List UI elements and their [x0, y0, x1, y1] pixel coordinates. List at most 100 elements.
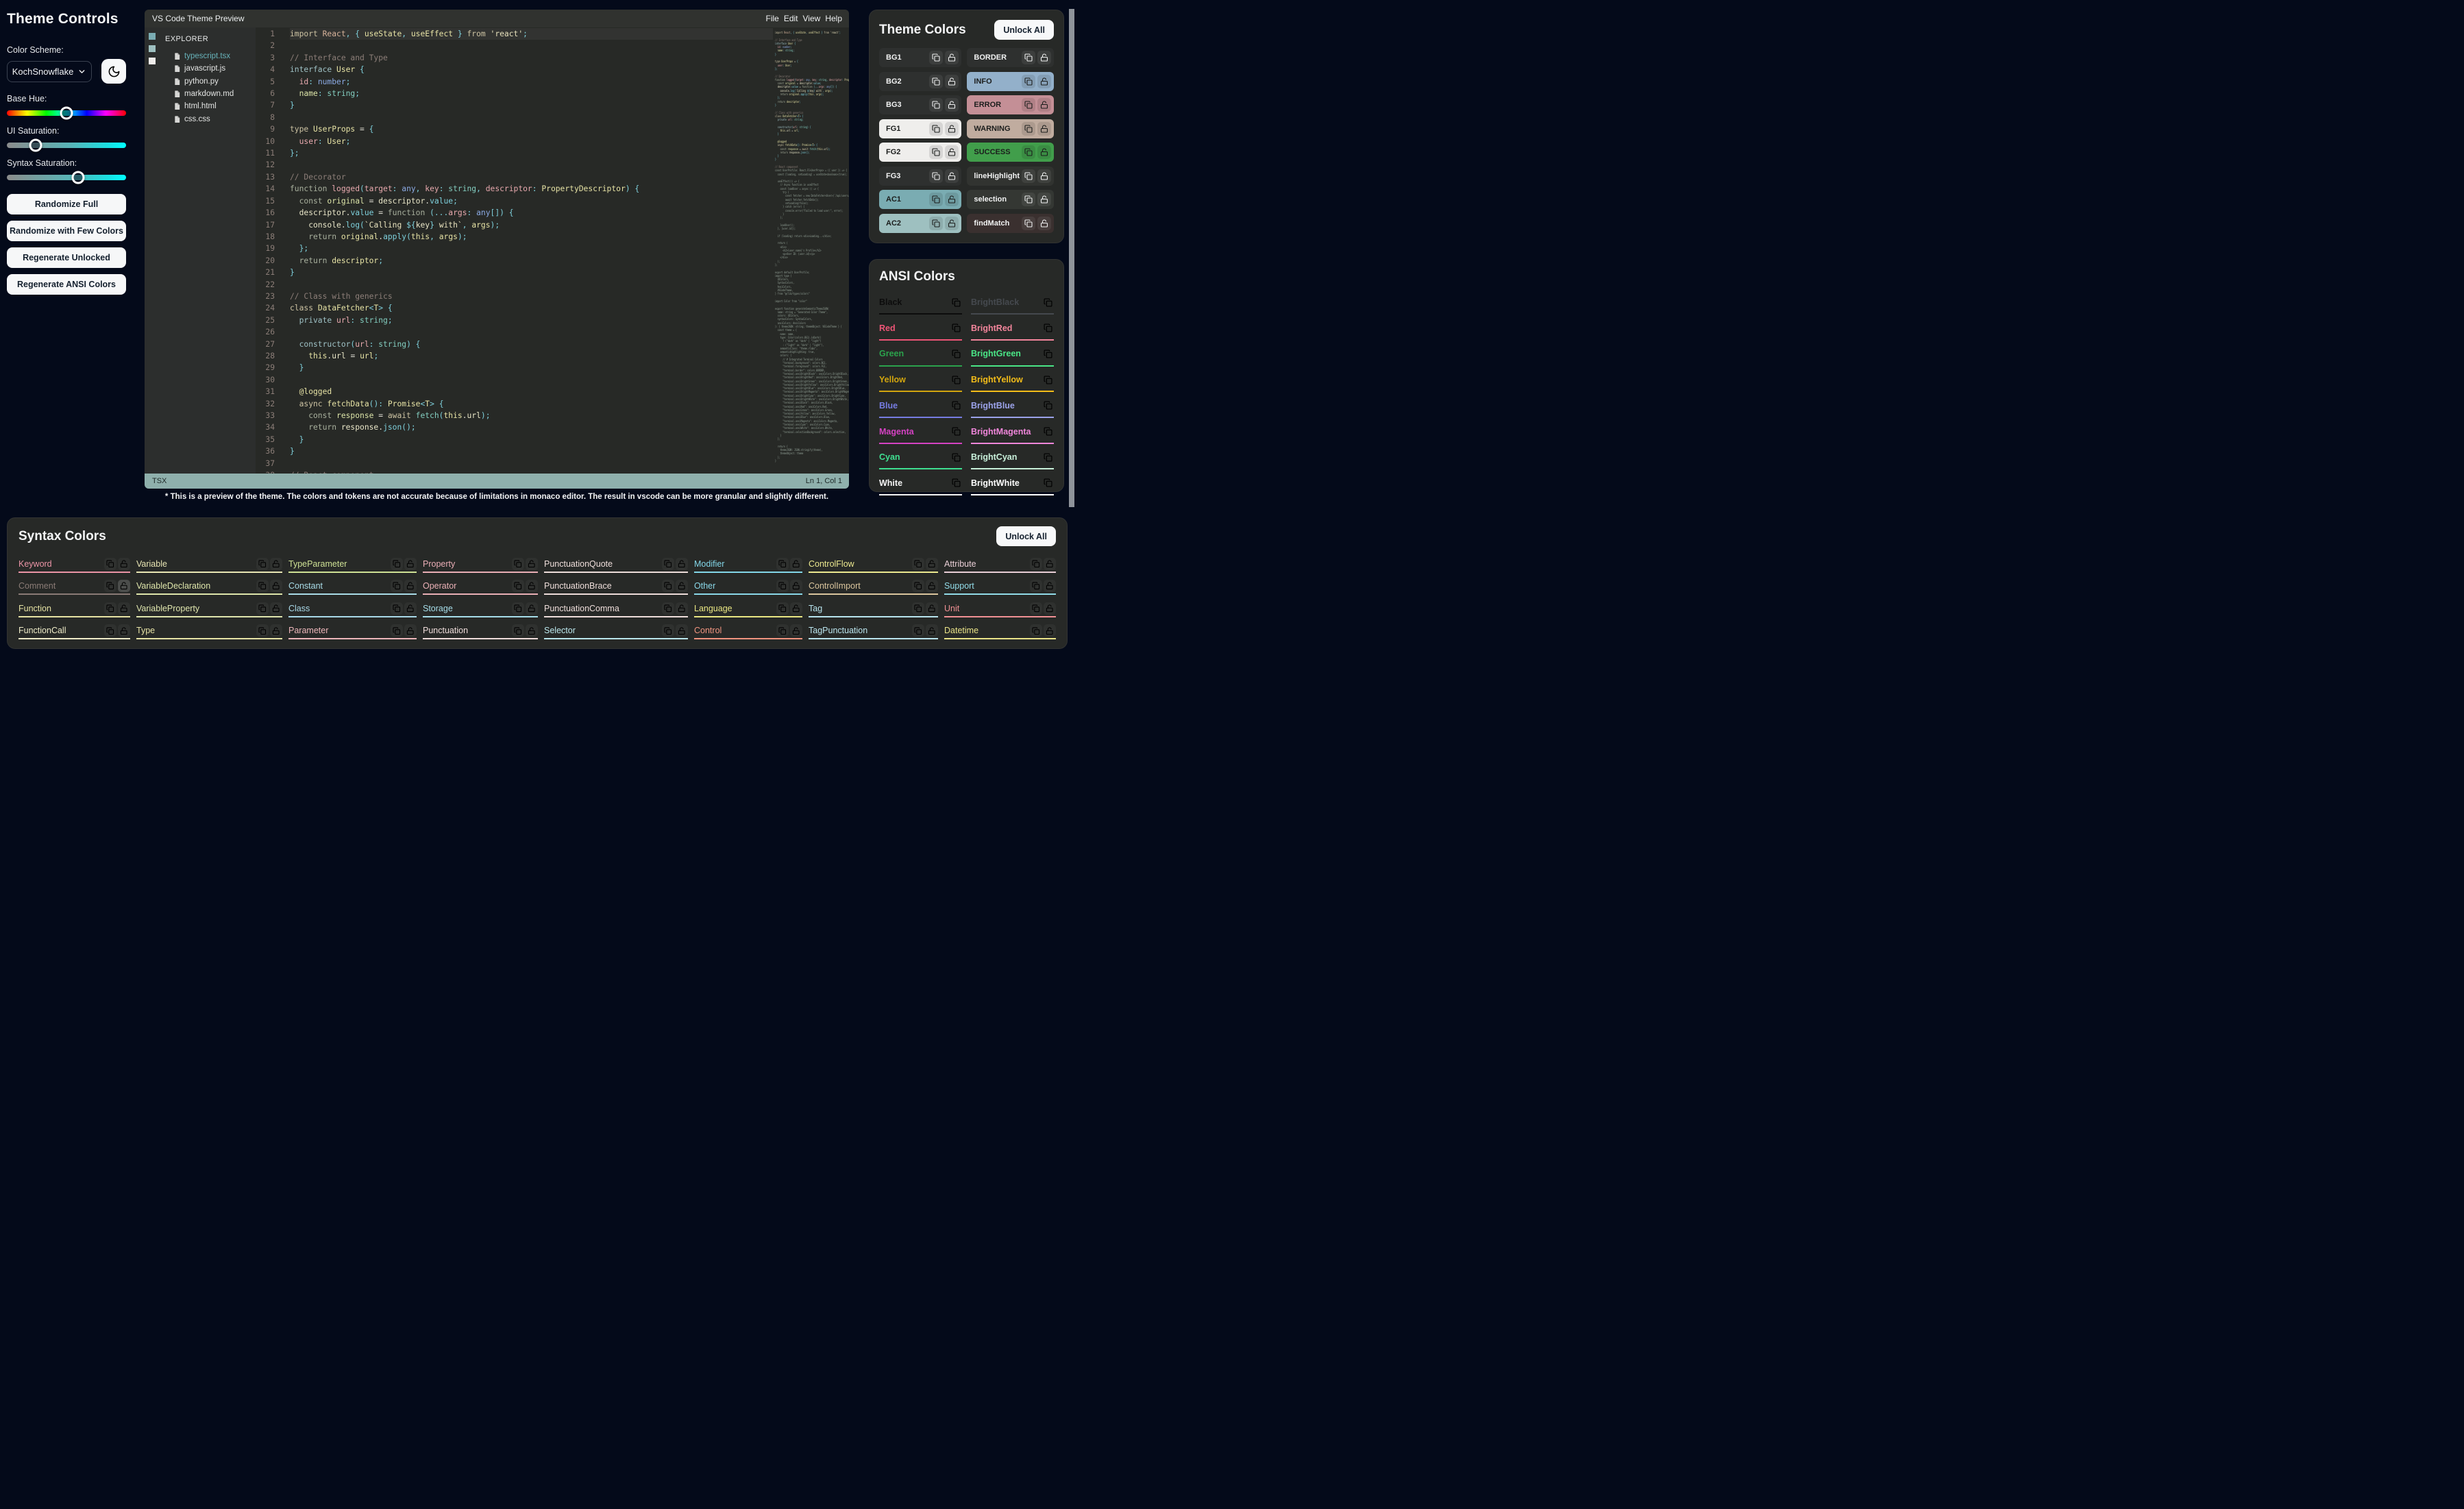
copy-icon[interactable]: [950, 347, 962, 360]
theme-color-chip-BG1[interactable]: BG1: [879, 48, 961, 67]
copy-icon[interactable]: [1022, 98, 1035, 112]
unlock-icon[interactable]: [404, 602, 417, 615]
unlock-icon[interactable]: [1037, 51, 1051, 64]
unlock-icon[interactable]: [118, 580, 130, 592]
copy-icon[interactable]: [929, 122, 943, 136]
copy-icon[interactable]: [912, 602, 924, 615]
code-editor[interactable]: 1import React, { useState, useEffect } f…: [256, 27, 773, 474]
theme-color-chip-BORDER[interactable]: BORDER: [967, 48, 1054, 67]
menu-item-help[interactable]: Help: [825, 14, 842, 23]
copy-icon[interactable]: [1042, 426, 1054, 438]
copy-icon[interactable]: [512, 624, 524, 637]
copy-icon[interactable]: [662, 580, 674, 592]
copy-icon[interactable]: [391, 558, 403, 570]
copy-icon[interactable]: [1042, 400, 1054, 412]
unlock-icon[interactable]: [270, 580, 282, 592]
unlock-icon[interactable]: [118, 602, 130, 615]
copy-icon[interactable]: [1030, 580, 1042, 592]
copy-icon[interactable]: [104, 580, 116, 592]
unlock-icon[interactable]: [945, 75, 959, 88]
copy-icon[interactable]: [950, 451, 962, 463]
unlock-icon[interactable]: [945, 51, 959, 64]
unlock-icon[interactable]: [270, 602, 282, 615]
theme-color-chip-WARNING[interactable]: WARNING: [967, 119, 1054, 138]
unlock-icon[interactable]: [270, 624, 282, 637]
copy-icon[interactable]: [391, 624, 403, 637]
unlock-icon[interactable]: [676, 558, 688, 570]
copy-icon[interactable]: [256, 624, 269, 637]
copy-icon[interactable]: [776, 580, 789, 592]
syntax-saturation-slider-thumb[interactable]: [72, 171, 85, 184]
scrollbar-thumb[interactable]: [1069, 9, 1074, 507]
regenerate-unlocked-button[interactable]: Regenerate Unlocked: [7, 247, 126, 268]
copy-icon[interactable]: [912, 580, 924, 592]
copy-icon[interactable]: [929, 51, 943, 64]
theme-color-chip-FG1[interactable]: FG1: [879, 119, 961, 138]
unlock-icon[interactable]: [945, 98, 959, 112]
unlock-icon[interactable]: [1044, 558, 1056, 570]
file-item-html.html[interactable]: html.html: [145, 100, 256, 112]
copy-icon[interactable]: [391, 602, 403, 615]
copy-icon[interactable]: [512, 558, 524, 570]
unlock-icon[interactable]: [404, 624, 417, 637]
syntax-saturation-slider[interactable]: [7, 175, 126, 180]
unlock-icon[interactable]: [790, 558, 802, 570]
unlock-icon[interactable]: [1044, 580, 1056, 592]
unlock-icon[interactable]: [270, 558, 282, 570]
copy-icon[interactable]: [950, 296, 962, 308]
file-item-javascript.js[interactable]: javascript.js: [145, 62, 256, 75]
unlock-icon[interactable]: [118, 624, 130, 637]
unlock-icon[interactable]: [526, 602, 538, 615]
copy-icon[interactable]: [1042, 477, 1054, 489]
unlock-all-button[interactable]: Unlock All: [996, 526, 1056, 546]
copy-icon[interactable]: [950, 426, 962, 438]
copy-icon[interactable]: [776, 558, 789, 570]
copy-icon[interactable]: [929, 75, 943, 88]
theme-color-chip-lineHighlight[interactable]: lineHighlight: [967, 167, 1054, 186]
unlock-icon[interactable]: [1044, 624, 1056, 637]
copy-icon[interactable]: [929, 145, 943, 159]
theme-color-chip-selection[interactable]: selection: [967, 190, 1054, 209]
randomize-full-button[interactable]: Randomize Full: [7, 194, 126, 214]
unlock-icon[interactable]: [790, 624, 802, 637]
unlock-icon[interactable]: [676, 580, 688, 592]
copy-icon[interactable]: [256, 602, 269, 615]
copy-icon[interactable]: [912, 558, 924, 570]
unlock-icon[interactable]: [790, 580, 802, 592]
copy-icon[interactable]: [662, 602, 674, 615]
base-hue-slider[interactable]: [7, 110, 126, 116]
color-scheme-select[interactable]: KochSnowflake: [7, 61, 92, 82]
theme-color-chip-BG2[interactable]: BG2: [879, 72, 961, 91]
unlock-icon[interactable]: [118, 558, 130, 570]
copy-icon[interactable]: [950, 322, 962, 334]
copy-icon[interactable]: [1022, 51, 1035, 64]
ui-saturation-slider[interactable]: [7, 143, 126, 148]
theme-color-chip-BG3[interactable]: BG3: [879, 95, 961, 114]
theme-color-chip-INFO[interactable]: INFO: [967, 72, 1054, 91]
copy-icon[interactable]: [929, 169, 943, 183]
unlock-icon[interactable]: [945, 145, 959, 159]
unlock-icon[interactable]: [926, 558, 938, 570]
unlock-icon[interactable]: [676, 602, 688, 615]
unlock-icon[interactable]: [1037, 145, 1051, 159]
file-item-python.py[interactable]: python.py: [145, 75, 256, 88]
base-hue-slider-thumb[interactable]: [60, 107, 73, 120]
copy-icon[interactable]: [1022, 169, 1035, 183]
unlock-icon[interactable]: [945, 193, 959, 206]
copy-icon[interactable]: [104, 602, 116, 615]
copy-icon[interactable]: [1022, 193, 1035, 206]
file-item-markdown.md[interactable]: markdown.md: [145, 88, 256, 100]
unlock-icon[interactable]: [945, 169, 959, 183]
unlock-icon[interactable]: [790, 602, 802, 615]
copy-icon[interactable]: [1042, 373, 1054, 386]
copy-icon[interactable]: [512, 602, 524, 615]
copy-icon[interactable]: [1042, 347, 1054, 360]
unlock-icon[interactable]: [926, 602, 938, 615]
copy-icon[interactable]: [104, 558, 116, 570]
file-item-typescript.tsx[interactable]: typescript.tsx: [145, 50, 256, 62]
minimap[interactable]: import React, { useState, useEffect } fr…: [773, 27, 849, 474]
theme-color-chip-FG3[interactable]: FG3: [879, 167, 961, 186]
copy-icon[interactable]: [104, 624, 116, 637]
menu-item-edit[interactable]: Edit: [784, 14, 798, 23]
unlock-icon[interactable]: [526, 558, 538, 570]
